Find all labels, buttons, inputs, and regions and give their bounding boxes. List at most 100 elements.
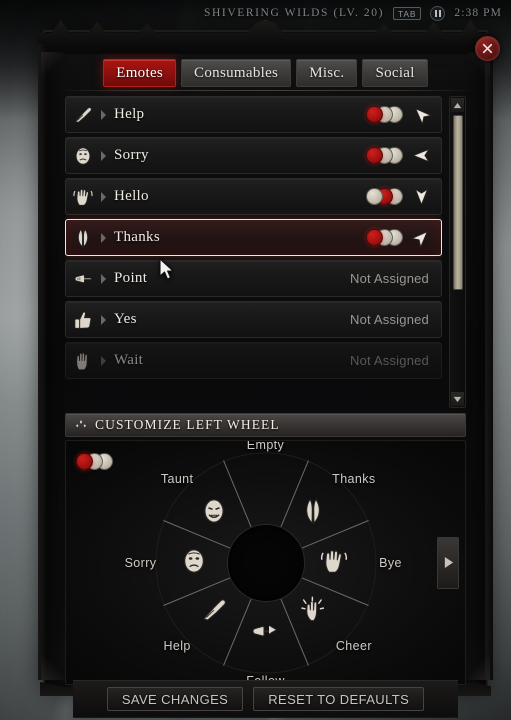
- panel-corner-bottom-left: [41, 656, 65, 680]
- scrollbar-thumb[interactable]: [453, 115, 463, 290]
- pause-icon[interactable]: [430, 5, 446, 21]
- wheel-segment-icon-taunt[interactable]: [199, 496, 233, 530]
- emote-row-assignment: [366, 227, 441, 249]
- tab-misc[interactable]: Misc.: [296, 59, 358, 87]
- emote-icon-help: [66, 104, 100, 126]
- wheel-segment-icon-help[interactable]: [199, 595, 233, 629]
- diamond-cluster-icon: [76, 420, 86, 428]
- save-changes-button[interactable]: SAVE CHANGES: [106, 687, 244, 711]
- emote-row-hello[interactable]: Hello: [65, 178, 442, 215]
- assigned-direction-icon: [411, 186, 432, 207]
- panel-footer: SAVE CHANGES RESET TO DEFAULTS: [73, 680, 458, 718]
- emote-list-section: Help Sorry Hello Thanks Point Not Assigned Yes…: [65, 96, 466, 408]
- emote-row-label: Thanks: [114, 229, 160, 245]
- clock-label: 2:38 PM: [454, 7, 502, 19]
- assigned-slot-indicator: [366, 188, 404, 205]
- emote-row-unassigned-label: Not Assigned: [349, 271, 429, 286]
- emote-wheel[interactable]: EmptyThanksByeCheerFollowHelpSorryTaunt: [125, 441, 402, 684]
- emote-list[interactable]: Help Sorry Hello Thanks Point Not Assigned Yes…: [65, 96, 442, 408]
- reset-to-defaults-button[interactable]: RESET TO DEFAULTS: [253, 687, 425, 711]
- emote-row-point[interactable]: Point Not Assigned: [65, 260, 442, 297]
- tab-emotes[interactable]: Emotes: [103, 59, 177, 87]
- face-sorry-icon: [75, 146, 91, 165]
- customize-wheel-header: CUSTOMIZE LEFT WHEEL: [65, 413, 466, 437]
- emote-row-help[interactable]: Help: [65, 96, 442, 133]
- assigned-slot-indicator: [366, 147, 404, 164]
- assigned-slot-indicator: [366, 229, 404, 246]
- wheel-segment-icon-thanks[interactable]: [298, 496, 332, 530]
- assigned-direction-icon: [410, 227, 432, 249]
- wheel-segment-label-empty: Empty: [246, 440, 285, 452]
- row-marker-icon: [100, 109, 108, 120]
- zone-name-label: SHIVERING WILDS (LV. 20): [204, 7, 385, 19]
- emote-row-sorry[interactable]: Sorry: [65, 137, 442, 174]
- wheel-segment-icon-sorry[interactable]: [179, 546, 213, 580]
- tab-bar: Emotes Consumables Misc. Social: [43, 55, 488, 91]
- wheel-segment-label-taunt: Taunt: [160, 472, 194, 487]
- praying-hands-icon: [306, 498, 320, 525]
- customize-wheel-title: CUSTOMIZE LEFT WHEEL: [95, 417, 280, 432]
- emote-icon-hello: [66, 186, 100, 208]
- hand-point-right-icon: [251, 624, 277, 636]
- hand-help-icon: [203, 599, 226, 621]
- emote-icon-thanks: [66, 227, 100, 249]
- direction-arrow-down-icon: [414, 188, 429, 206]
- emote-icon-yes: [66, 309, 100, 331]
- scroll-down-button[interactable]: [451, 392, 464, 406]
- wheel-slot-indicator[interactable]: [76, 453, 114, 470]
- emote-wheel-area: EmptyThanksByeCheerFollowHelpSorryTaunt: [65, 440, 466, 685]
- wheel-segment-label-help: Help: [163, 638, 191, 653]
- face-sorry-icon: [183, 548, 204, 573]
- next-wheel-button[interactable]: [437, 536, 459, 589]
- open-palm-icon: [76, 352, 88, 370]
- panel-frame-left: [38, 44, 46, 680]
- close-button[interactable]: [475, 36, 500, 61]
- assigned-direction-icon: [411, 104, 433, 126]
- assigned-direction-icon: [411, 145, 432, 166]
- emote-icon-wait: [66, 350, 100, 372]
- close-icon: [482, 43, 493, 54]
- wheel-segment-icon-follow[interactable]: [249, 616, 283, 650]
- wheel-segment-label-cheer: Cheer: [335, 638, 372, 653]
- emote-list-scrollbar[interactable]: [449, 96, 466, 408]
- emote-icon-point: [66, 268, 100, 290]
- emote-icon-sorry: [66, 145, 100, 167]
- assigned-slot-indicator: [366, 106, 404, 123]
- wheel-hub[interactable]: [226, 523, 305, 602]
- caret-down-icon: [453, 396, 462, 402]
- thumbs-up-icon: [74, 311, 92, 329]
- wheel-slot-dot-1[interactable]: [76, 453, 93, 470]
- panel-corner-bottom-right: [466, 656, 490, 680]
- panel-frame-right: [485, 44, 493, 680]
- emote-row-assignment: [366, 186, 441, 207]
- row-marker-icon: [100, 273, 108, 284]
- caret-up-icon: [453, 102, 462, 108]
- wheel-segment-icon-bye[interactable]: [319, 546, 353, 580]
- game-screen: SHIVERING WILDS (LV. 20) TAB 2:38 PM Emo…: [0, 0, 511, 720]
- tab-social[interactable]: Social: [362, 59, 428, 87]
- emote-row-yes[interactable]: Yes Not Assigned: [65, 301, 442, 338]
- emote-row-thanks[interactable]: Thanks: [65, 219, 442, 256]
- top-status-bar: SHIVERING WILDS (LV. 20) TAB 2:38 PM: [0, 0, 511, 26]
- emote-row-wait[interactable]: Wait Not Assigned: [65, 342, 442, 379]
- row-marker-icon: [100, 232, 108, 243]
- praying-hands-icon: [77, 228, 89, 248]
- emote-row-unassigned-label: Not Assigned: [349, 353, 429, 368]
- emote-row-assignment: [366, 104, 441, 126]
- hand-wave-icon: [73, 188, 93, 206]
- direction-arrow-up-left-icon: [415, 108, 433, 126]
- wheel-segment-icon-cheer[interactable]: [298, 595, 332, 629]
- tab-key-hint[interactable]: TAB: [393, 6, 422, 20]
- emote-row-label: Sorry: [114, 147, 149, 163]
- emote-settings-panel: Emotes Consumables Misc. Social Help Sorry He…: [38, 20, 500, 718]
- clapping-hands-icon: [301, 596, 325, 622]
- emote-row-label: Point: [114, 270, 148, 286]
- emote-row-label: Help: [114, 106, 145, 122]
- tab-consumables[interactable]: Consumables: [181, 59, 292, 87]
- scroll-up-button[interactable]: [451, 98, 464, 112]
- hand-point-icon: [74, 274, 92, 283]
- wheel-segment-label-bye: Bye: [379, 555, 402, 570]
- emote-row-assignment: [366, 145, 441, 166]
- face-taunt-icon: [204, 499, 224, 523]
- hand-help-icon: [74, 106, 92, 123]
